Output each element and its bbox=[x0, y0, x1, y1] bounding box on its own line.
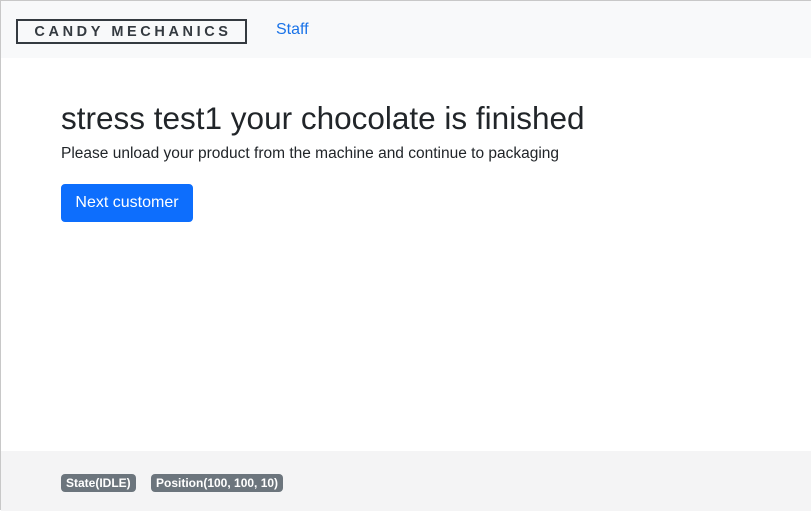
next-customer-button[interactable]: Next customer bbox=[61, 184, 193, 222]
state-badge: State(IDLE) bbox=[61, 474, 136, 492]
status-footer: State(IDLE) Position(100, 100, 10) bbox=[1, 451, 811, 511]
position-badge: Position(100, 100, 10) bbox=[151, 474, 284, 492]
nav-link-staff[interactable]: Staff bbox=[276, 21, 309, 39]
page-title: stress test1 your chocolate is finished bbox=[61, 100, 585, 136]
brand-logo[interactable]: CANDY MECHANICS bbox=[16, 19, 247, 44]
main-content: stress test1 your chocolate is finished … bbox=[61, 98, 761, 222]
page-subtitle: Please unload your product from the mach… bbox=[61, 145, 560, 162]
top-navbar: CANDY MECHANICS Staff bbox=[1, 1, 811, 58]
